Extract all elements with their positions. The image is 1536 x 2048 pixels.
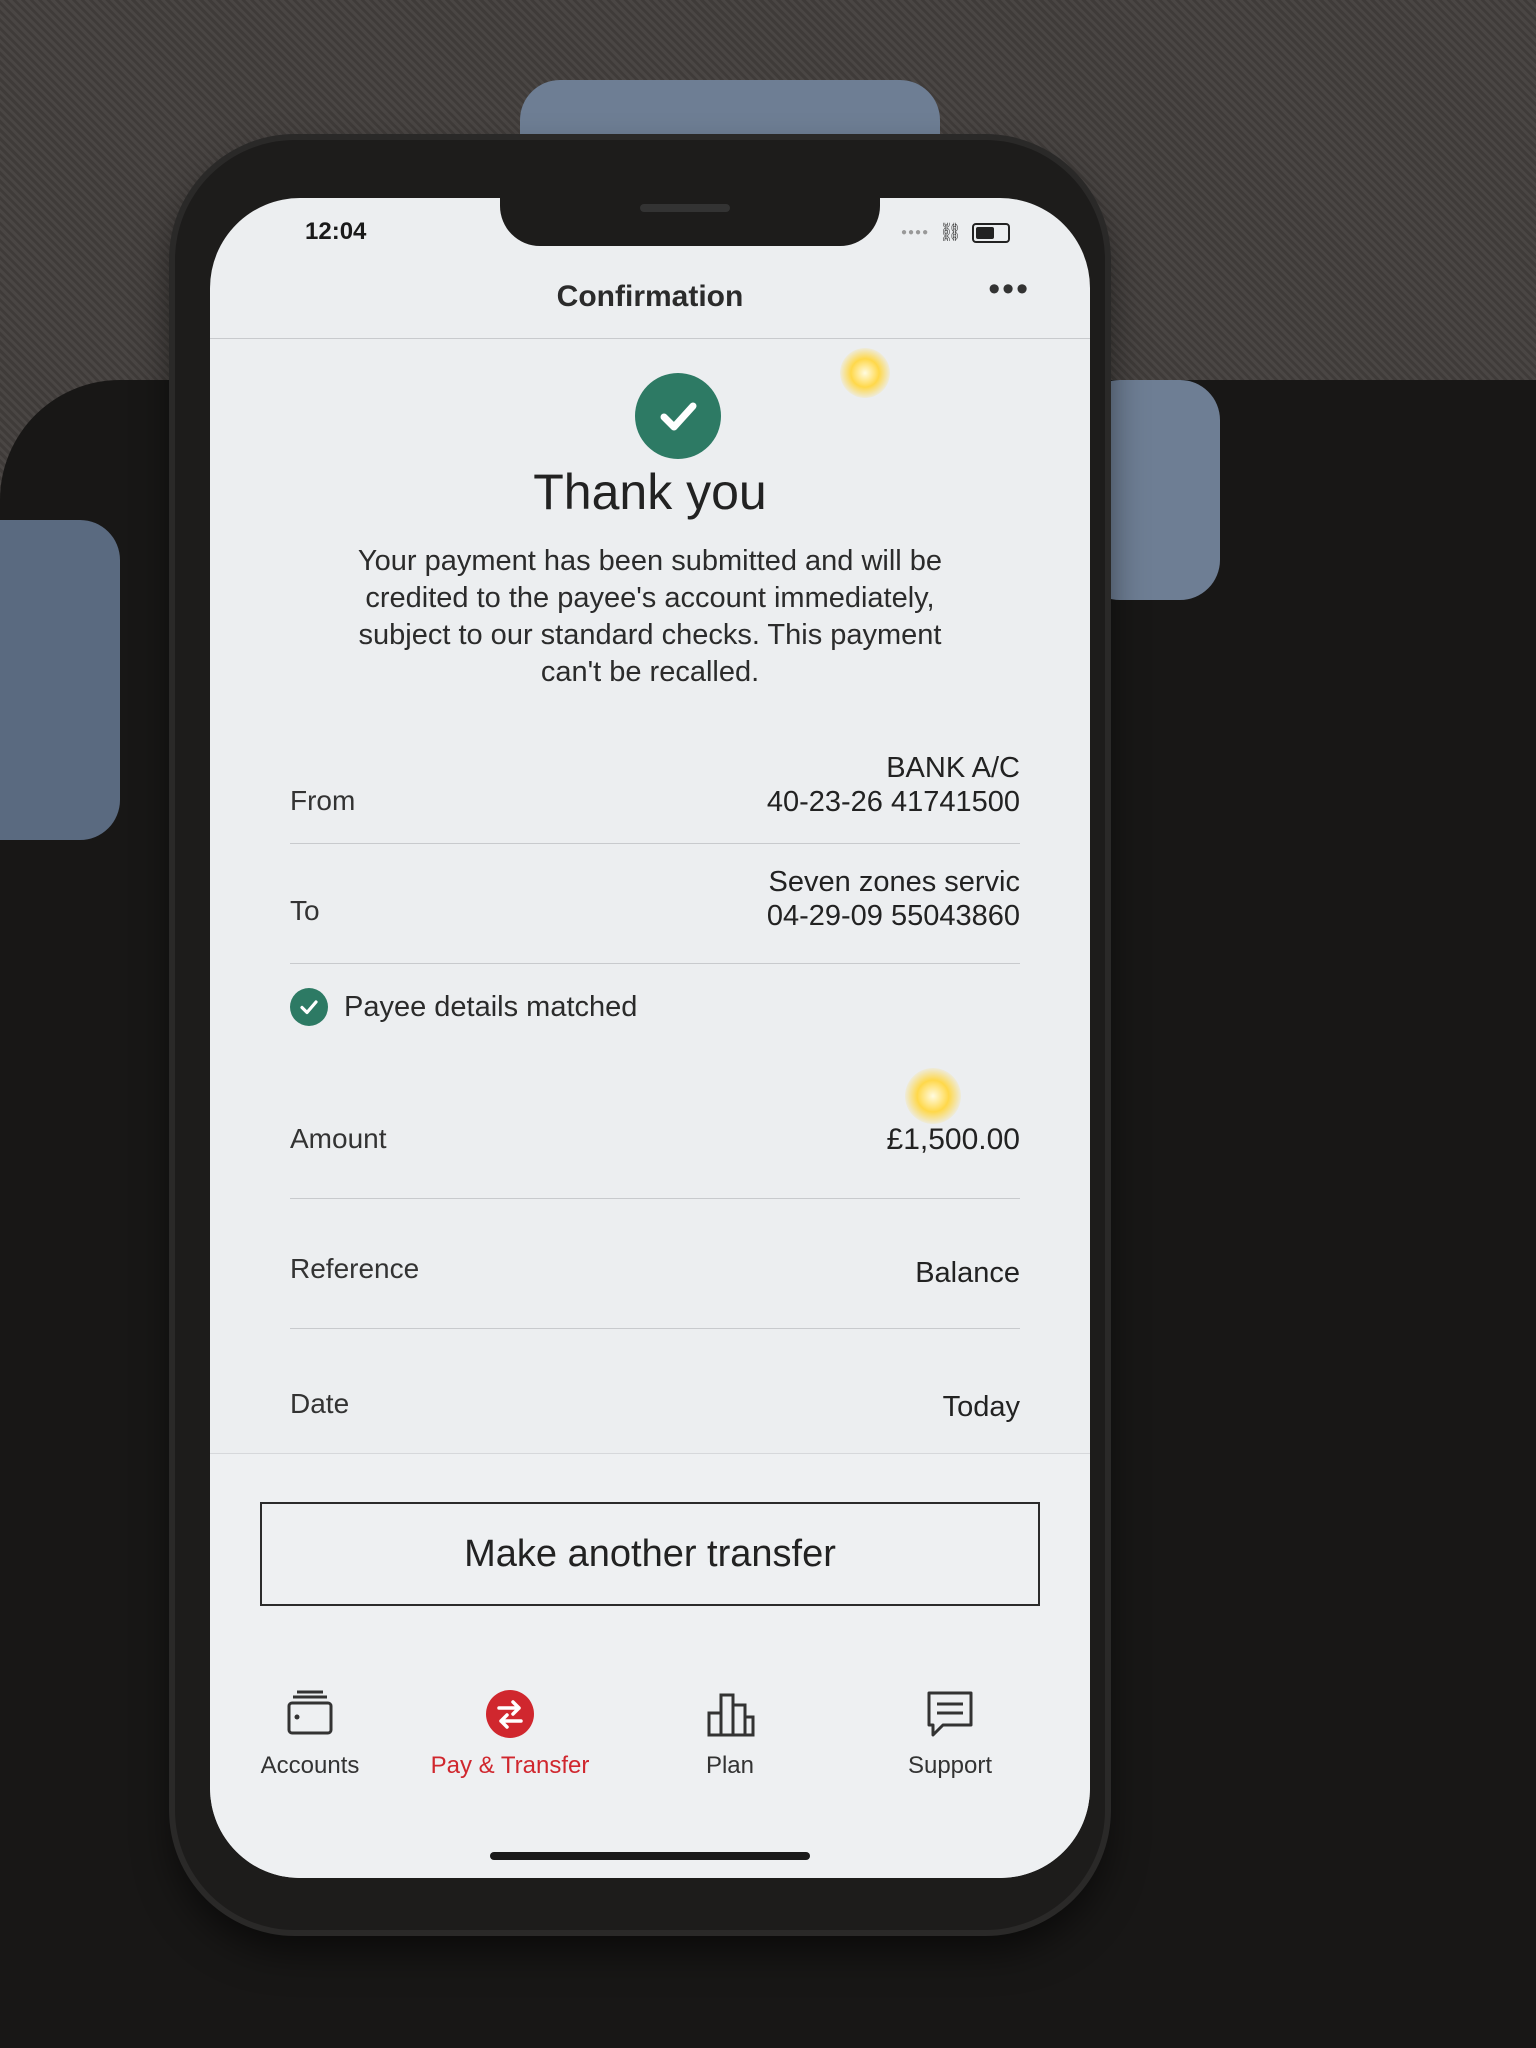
make-another-transfer-button[interactable]: Make another transfer	[260, 1502, 1040, 1606]
nav-support[interactable]: Support	[850, 1684, 1050, 1780]
signal-icon: ●●●●	[900, 227, 930, 238]
footer-area: Make another transfer Accounts Pay & Tra…	[210, 1453, 1090, 1878]
phone-screen: 12:04 ●●●● ⛓ Confirmation ••• Thank you …	[210, 198, 1090, 1878]
date-label: Date	[290, 1388, 350, 1419]
date-value: Today	[942, 1391, 1020, 1423]
from-label: From	[290, 785, 356, 816]
home-indicator	[490, 1852, 810, 1860]
bottom-nav: Accounts Pay & Transfer Plan Support	[210, 1684, 1090, 1804]
chat-icon	[850, 1684, 1050, 1744]
success-check-icon	[635, 373, 721, 459]
amount-label: Amount	[290, 1123, 387, 1154]
battery-icon	[972, 222, 1010, 243]
date-row: Date Today	[290, 1328, 1020, 1453]
phone-notch	[500, 198, 880, 246]
reference-row: Reference Balance	[290, 1198, 1020, 1329]
jeans-left-background	[0, 520, 120, 840]
reference-value: Balance	[915, 1257, 1020, 1289]
to-account-number: 04-29-09 55043860	[766, 900, 1020, 932]
thank-you-heading: Thank you	[533, 464, 767, 520]
nav-accounts[interactable]: Accounts	[210, 1684, 410, 1780]
confirmation-message: Your payment has been submitted and will…	[357, 545, 943, 688]
light-glare	[905, 1068, 961, 1124]
to-value: Seven zones servic 04-29-09 55043860	[767, 865, 1020, 933]
wallet-icon	[210, 1684, 410, 1744]
from-account-name: BANK A/C	[886, 752, 1020, 784]
to-row: To Seven zones servic 04-29-09 55043860	[290, 843, 1020, 964]
page-title: Confirmation	[556, 280, 744, 313]
from-value: BANK A/C 40-23-26 41741500	[767, 751, 1020, 819]
matched-check-icon	[290, 988, 328, 1026]
from-account-number: 40-23-26 41741500	[766, 786, 1020, 818]
from-row: From BANK A/C 40-23-26 41741500	[290, 743, 1020, 844]
nav-plan-label: Plan	[705, 1752, 755, 1779]
status-time: 12:04	[305, 218, 367, 245]
link-icon: ⛓	[939, 222, 962, 242]
payee-matched-text: Payee details matched	[344, 990, 638, 1023]
chart-icon	[630, 1684, 830, 1744]
to-payee-name: Seven zones servic	[768, 866, 1020, 898]
more-options-button[interactable]: •••	[988, 270, 1030, 309]
nav-pay-transfer[interactable]: Pay & Transfer	[410, 1684, 610, 1780]
nav-pay-transfer-label: Pay & Transfer	[430, 1752, 590, 1779]
nav-support-label: Support	[907, 1752, 993, 1779]
amount-value: £1,500.00	[886, 1123, 1020, 1156]
header: Confirmation •••	[210, 258, 1090, 339]
light-glare	[840, 348, 890, 398]
reference-label: Reference	[290, 1253, 420, 1284]
transfer-icon	[410, 1684, 610, 1744]
speaker	[640, 204, 730, 212]
to-label: To	[290, 895, 320, 926]
payee-matched: Payee details matched	[290, 988, 637, 1026]
nav-accounts-label: Accounts	[260, 1752, 360, 1779]
status-icons: ●●●● ⛓	[901, 222, 1010, 243]
nav-plan[interactable]: Plan	[630, 1684, 830, 1780]
